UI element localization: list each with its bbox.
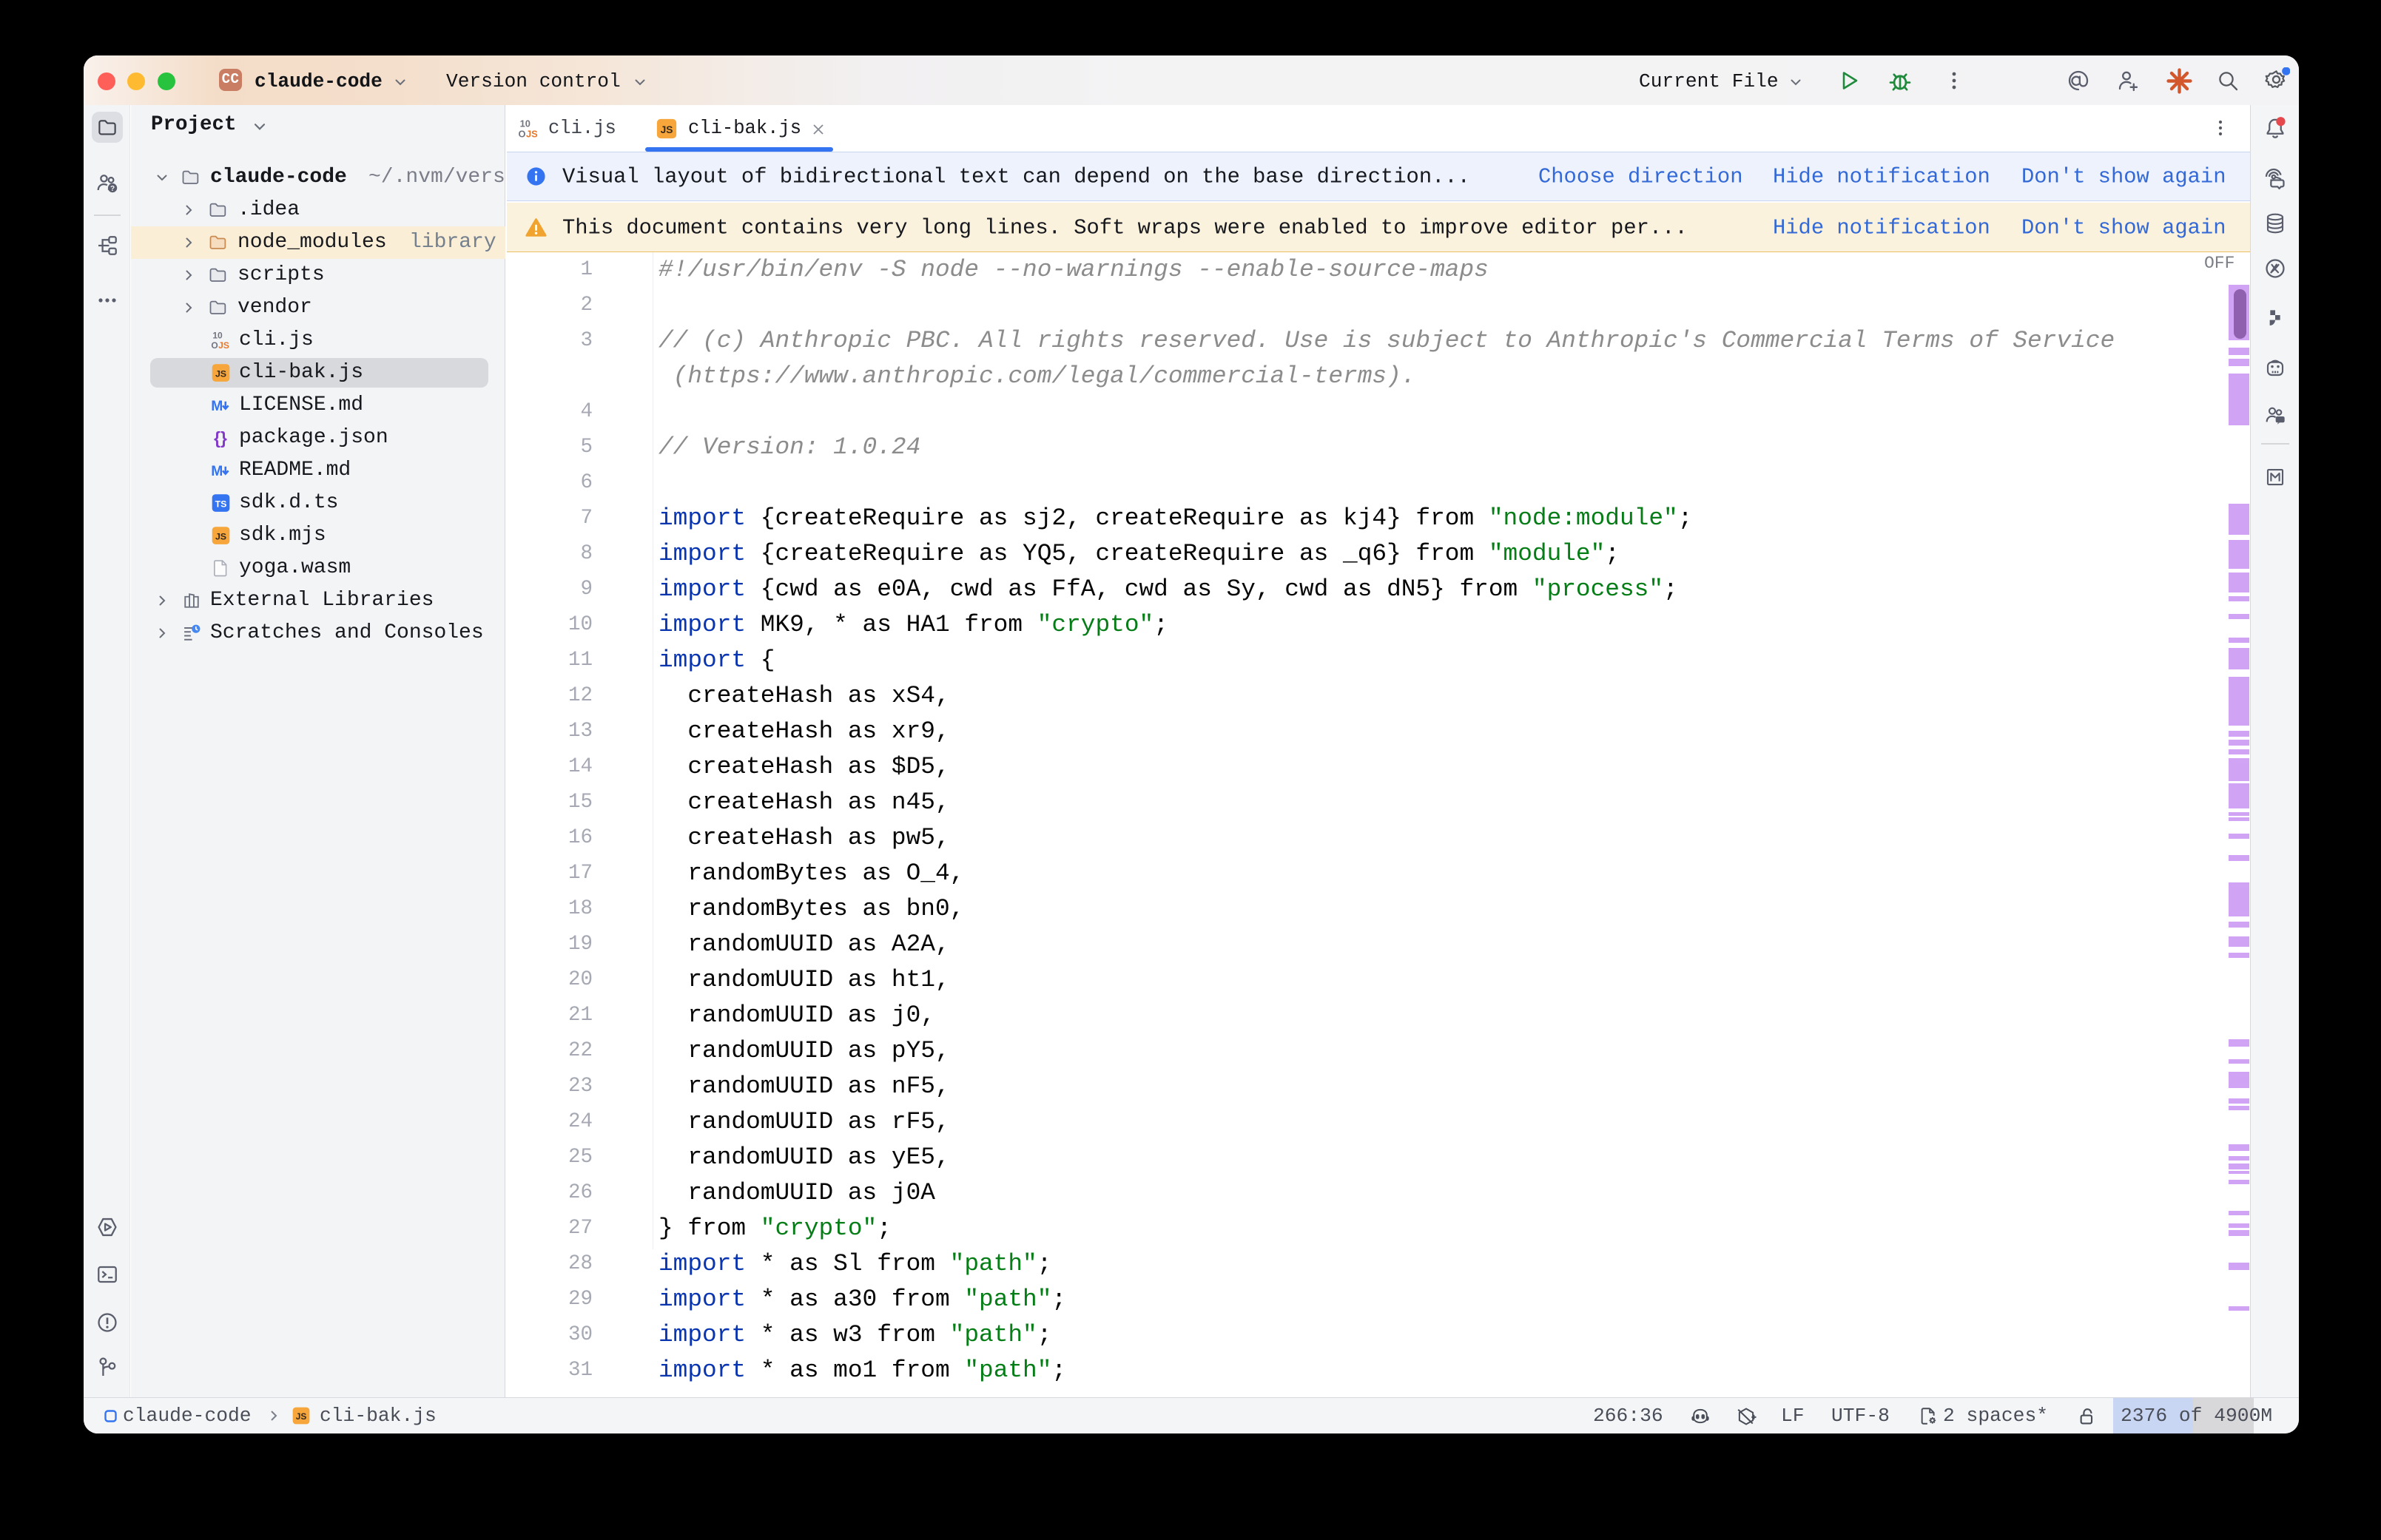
svg-text:M: M [211,464,223,479]
svg-text:O: O [211,340,218,351]
svg-text:TS: TS [215,499,227,509]
svg-text:10: 10 [212,331,223,341]
svg-text:JS: JS [526,129,538,140]
svg-text:JS: JS [296,1411,307,1422]
svg-text:O: O [518,129,525,140]
svg-text:JS: JS [215,368,226,379]
svg-text:{}: {} [214,428,227,448]
svg-text:?: ? [110,185,115,193]
svg-text:10: 10 [520,118,531,129]
svg-text:M: M [211,399,223,414]
svg-text:JS: JS [661,124,673,135]
svg-text:JS: JS [218,340,229,351]
svg-text:JS: JS [215,531,226,541]
